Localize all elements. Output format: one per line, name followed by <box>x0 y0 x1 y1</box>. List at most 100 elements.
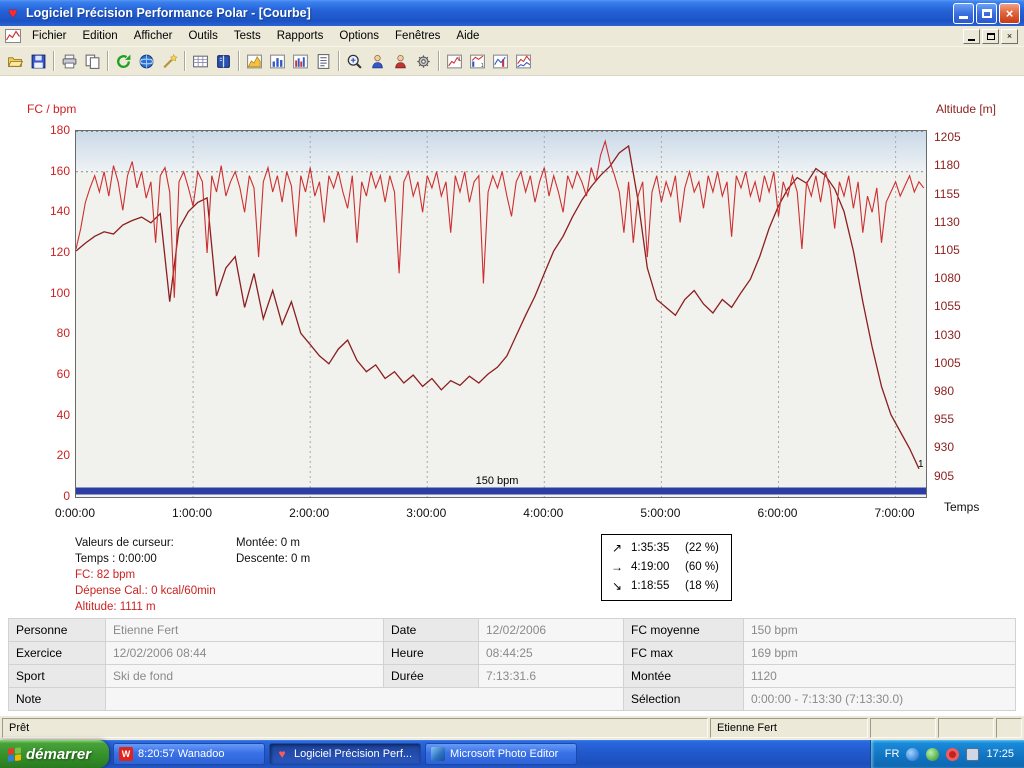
time-axis-title: Temps <box>944 500 979 514</box>
chart-var1-icon[interactable]: 1 <box>443 50 466 73</box>
modem-tray-icon[interactable] <box>946 748 959 761</box>
cursor-fc: FC: 82 bpm <box>75 567 216 583</box>
table-row: NoteSélection0:00:00 - 7:13:30 (7:13:30.… <box>9 688 1016 711</box>
network-tray-icon[interactable] <box>906 748 919 761</box>
menu-fenetres[interactable]: Fenêtres <box>387 28 448 44</box>
globe-icon[interactable] <box>135 50 158 73</box>
update-tray-icon[interactable] <box>926 748 939 761</box>
table-label-cell: Personne <box>9 619 106 642</box>
open-icon[interactable] <box>4 50 27 73</box>
time-tick-label: 7:00:00 <box>863 506 927 520</box>
menu-tests[interactable]: Tests <box>226 28 269 44</box>
time-tick-label: 6:00:00 <box>745 506 809 520</box>
menu-edition[interactable]: Edition <box>75 28 126 44</box>
fc-tick-label: 140 <box>28 204 70 218</box>
maximize-button[interactable] <box>976 3 997 24</box>
table-label-cell: FC max <box>624 642 744 665</box>
fc-tick-label: 0 <box>28 489 70 503</box>
diary-icon[interactable] <box>212 50 235 73</box>
report-icon[interactable] <box>312 50 335 73</box>
taskbar-task-photo-editor[interactable]: Microsoft Photo Editor <box>425 743 577 765</box>
down-arrow-icon: ↘ <box>610 577 624 596</box>
taskbar-task-wanadoo[interactable]: W8:20:57 Wanadoo <box>113 743 265 765</box>
status-panel-3 <box>996 718 1022 738</box>
print-icon[interactable] <box>58 50 81 73</box>
slope-duration: 1:35:35 <box>631 539 678 558</box>
save-icon[interactable] <box>27 50 50 73</box>
mdi-close-button[interactable]: × <box>1001 29 1018 44</box>
fc-tick-label: 100 <box>28 286 70 300</box>
up-arrow-icon: ↗ <box>610 539 624 558</box>
exercise-summary: PersonneEtienne FertDate12/02/2006FC moy… <box>8 618 1016 711</box>
slope-duration: 1:18:55 <box>631 577 678 596</box>
display-tray-icon[interactable] <box>966 748 979 761</box>
chart-var2-icon[interactable]: 1 <box>466 50 489 73</box>
person-red-icon[interactable] <box>389 50 412 73</box>
start-button[interactable]: démarrer <box>0 740 109 768</box>
altitude-tick-label: 1080 <box>934 271 961 285</box>
time-tick-label: 4:00:00 <box>511 506 575 520</box>
copy-icon[interactable] <box>81 50 104 73</box>
multi-chart-icon[interactable] <box>289 50 312 73</box>
mdi-minimize-button[interactable] <box>963 29 980 44</box>
table-value-cell: 12/02/2006 08:44 <box>106 642 384 665</box>
menu-fichier[interactable]: Fichier <box>24 28 75 44</box>
system-tray: FR 17:25 <box>870 740 1024 768</box>
altitude-tick-label: 1030 <box>934 328 961 342</box>
table-label-cell: Note <box>9 688 106 711</box>
altitude-axis-title: Altitude [m] <box>936 102 996 116</box>
hr-altitude-curve[interactable]: 150 bpm1 <box>76 131 926 497</box>
close-button[interactable]: × <box>999 3 1020 24</box>
slope-row: ↗ 1:35:35 (22 %) <box>610 539 719 558</box>
menubar: FichierEditionAfficherOutilsTestsRapport… <box>0 26 1024 47</box>
zoom-icon[interactable] <box>343 50 366 73</box>
bar-chart-icon[interactable] <box>266 50 289 73</box>
menu-afficher[interactable]: Afficher <box>126 28 181 44</box>
taskbar-task-polar-heart[interactable]: ♥Logiciel Précision Perf... <box>269 743 421 765</box>
wizard-icon[interactable] <box>158 50 181 73</box>
altitude-tick-label: 1005 <box>934 356 961 370</box>
chart-var3-icon[interactable] <box>489 50 512 73</box>
toolbar-separator <box>184 51 186 71</box>
table-row: Exercice12/02/2006 08:44Heure08:44:25FC … <box>9 642 1016 665</box>
fc-tick-label: 160 <box>28 164 70 178</box>
table-value-cell: 08:44:25 <box>479 642 624 665</box>
altitude-tick-label: 1130 <box>934 215 960 229</box>
content-area: FC / bpm Altitude [m] 150 bpm1 Temps 180… <box>0 76 1024 740</box>
altitude-tick-label: 980 <box>934 384 954 398</box>
menu-aide[interactable]: Aide <box>448 28 487 44</box>
minimize-button[interactable] <box>953 3 974 24</box>
slope-percent: (22 %) <box>685 539 719 558</box>
ascent-value: Montée: 0 m <box>236 535 310 551</box>
titlebar: ♥ Logiciel Précision Performance Polar -… <box>0 0 1024 26</box>
time-tick-label: 5:00:00 <box>628 506 692 520</box>
mdi-restore-button[interactable] <box>982 29 999 44</box>
area-chart-icon[interactable] <box>243 50 266 73</box>
refresh-icon[interactable] <box>112 50 135 73</box>
menu-outils[interactable]: Outils <box>180 28 225 44</box>
slope-row: →4:19:00(60 %) <box>610 558 719 577</box>
fc-tick-label: 20 <box>28 448 70 462</box>
fc-tick-label: 180 <box>28 123 70 137</box>
plot-frame[interactable]: 150 bpm1 <box>75 130 927 498</box>
photo-editor-icon <box>431 747 445 761</box>
status-panel-2 <box>938 718 994 738</box>
menu-rapports[interactable]: Rapports <box>269 28 332 44</box>
start-label: démarrer <box>26 746 91 763</box>
time-tick-label: 0:00:00 <box>43 506 107 520</box>
table-label-cell: Exercice <box>9 642 106 665</box>
svg-text:1: 1 <box>918 459 924 470</box>
menu-options[interactable]: Options <box>331 28 387 44</box>
language-indicator[interactable]: FR <box>885 748 900 760</box>
flat-arrow-icon: → <box>610 558 624 577</box>
taskbar: démarrer W8:20:57 Wanadoo♥Logiciel Préci… <box>0 740 1024 768</box>
task-label: 8:20:57 Wanadoo <box>138 748 224 760</box>
table-icon[interactable] <box>189 50 212 73</box>
windows-flag-icon <box>8 747 21 761</box>
chart-var4-icon[interactable] <box>512 50 535 73</box>
toolbar-separator <box>53 51 55 71</box>
polar-heart-icon: ♥ <box>275 747 289 761</box>
svg-text:1: 1 <box>481 62 484 68</box>
person-blue-icon[interactable] <box>366 50 389 73</box>
options-icon[interactable] <box>412 50 435 73</box>
